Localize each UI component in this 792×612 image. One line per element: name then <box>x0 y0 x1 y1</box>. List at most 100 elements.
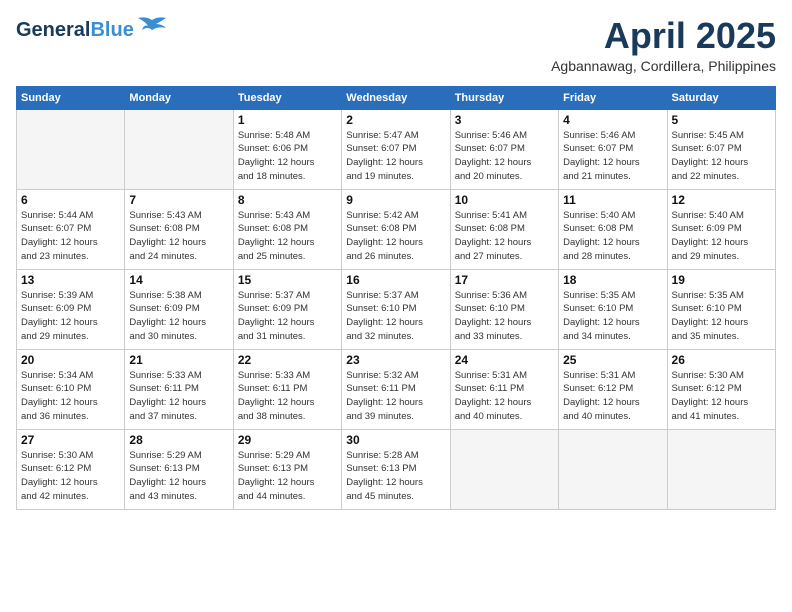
day-info: Sunrise: 5:31 AM Sunset: 6:11 PM Dayligh… <box>455 369 554 424</box>
day-info: Sunrise: 5:39 AM Sunset: 6:09 PM Dayligh… <box>21 289 120 344</box>
calendar-cell: 10 Sunrise: 5:41 AM Sunset: 6:08 PM Dayli… <box>450 189 558 269</box>
month-title: April 2025 <box>551 16 776 56</box>
day-number: 5 <box>672 113 771 127</box>
calendar-cell: 17 Sunrise: 5:36 AM Sunset: 6:10 PM Dayli… <box>450 269 558 349</box>
day-number: 1 <box>238 113 337 127</box>
day-info: Sunrise: 5:44 AM Sunset: 6:07 PM Dayligh… <box>21 209 120 264</box>
day-info: Sunrise: 5:33 AM Sunset: 6:11 PM Dayligh… <box>238 369 337 424</box>
calendar-cell: 26 Sunrise: 5:30 AM Sunset: 6:12 PM Dayli… <box>667 349 775 429</box>
calendar-cell: 25 Sunrise: 5:31 AM Sunset: 6:12 PM Dayli… <box>559 349 667 429</box>
calendar-cell: 22 Sunrise: 5:33 AM Sunset: 6:11 PM Dayli… <box>233 349 341 429</box>
week-row-5: 27Sunrise: 5:30 AM Sunset: 6:12 PM Dayli… <box>17 429 776 509</box>
day-info: Sunrise: 5:48 AM Sunset: 6:06 PM Dayligh… <box>238 129 337 184</box>
day-number: 27 <box>21 433 120 447</box>
day-number: 17 <box>455 273 554 287</box>
day-info: Sunrise: 5:35 AM Sunset: 6:10 PM Dayligh… <box>672 289 771 344</box>
calendar-cell: 12 Sunrise: 5:40 AM Sunset: 6:09 PM Dayli… <box>667 189 775 269</box>
calendar-cell: 2 Sunrise: 5:47 AM Sunset: 6:07 PM Daylig… <box>342 109 450 189</box>
logo-blue: Blue <box>90 19 133 41</box>
day-info: Sunrise: 5:42 AM Sunset: 6:08 PM Dayligh… <box>346 209 445 264</box>
day-number: 3 <box>455 113 554 127</box>
week-row-4: 20 Sunrise: 5:34 AM Sunset: 6:10 PM Dayli… <box>17 349 776 429</box>
day-number: 11 <box>563 193 662 207</box>
day-info: Sunrise: 5:38 AM Sunset: 6:09 PM Dayligh… <box>129 289 228 344</box>
calendar-cell: 21Sunrise: 5:33 AM Sunset: 6:11 PM Dayli… <box>125 349 233 429</box>
col-header-sunday: Sunday <box>17 86 125 109</box>
day-info: Sunrise: 5:43 AM Sunset: 6:08 PM Dayligh… <box>238 209 337 264</box>
calendar-cell: 4Sunrise: 5:46 AM Sunset: 6:07 PM Daylig… <box>559 109 667 189</box>
day-info: Sunrise: 5:36 AM Sunset: 6:10 PM Dayligh… <box>455 289 554 344</box>
calendar-cell: 27Sunrise: 5:30 AM Sunset: 6:12 PM Dayli… <box>17 429 125 509</box>
week-row-2: 6Sunrise: 5:44 AM Sunset: 6:07 PM Daylig… <box>17 189 776 269</box>
calendar-cell: 19 Sunrise: 5:35 AM Sunset: 6:10 PM Dayli… <box>667 269 775 349</box>
day-info: Sunrise: 5:29 AM Sunset: 6:13 PM Dayligh… <box>129 449 228 504</box>
location-subtitle: Agbannawag, Cordillera, Philippines <box>551 58 776 74</box>
day-number: 16 <box>346 273 445 287</box>
day-info: Sunrise: 5:46 AM Sunset: 6:07 PM Dayligh… <box>563 129 662 184</box>
day-info: Sunrise: 5:46 AM Sunset: 6:07 PM Dayligh… <box>455 129 554 184</box>
day-number: 8 <box>238 193 337 207</box>
calendar-cell: 30 Sunrise: 5:28 AM Sunset: 6:13 PM Dayli… <box>342 429 450 509</box>
day-number: 7 <box>129 193 228 207</box>
calendar-cell: 14Sunrise: 5:38 AM Sunset: 6:09 PM Dayli… <box>125 269 233 349</box>
day-info: Sunrise: 5:32 AM Sunset: 6:11 PM Dayligh… <box>346 369 445 424</box>
calendar-cell: 5 Sunrise: 5:45 AM Sunset: 6:07 PM Daylig… <box>667 109 775 189</box>
day-number: 22 <box>238 353 337 367</box>
calendar-cell <box>125 109 233 189</box>
day-number: 26 <box>672 353 771 367</box>
calendar-cell <box>17 109 125 189</box>
calendar-cell: 13Sunrise: 5:39 AM Sunset: 6:09 PM Dayli… <box>17 269 125 349</box>
col-header-wednesday: Wednesday <box>342 86 450 109</box>
col-header-thursday: Thursday <box>450 86 558 109</box>
calendar-cell: 9 Sunrise: 5:42 AM Sunset: 6:08 PM Daylig… <box>342 189 450 269</box>
calendar-cell: 23Sunrise: 5:32 AM Sunset: 6:11 PM Dayli… <box>342 349 450 429</box>
col-header-tuesday: Tuesday <box>233 86 341 109</box>
calendar-cell <box>450 429 558 509</box>
day-info: Sunrise: 5:47 AM Sunset: 6:07 PM Dayligh… <box>346 129 445 184</box>
day-number: 19 <box>672 273 771 287</box>
col-header-monday: Monday <box>125 86 233 109</box>
header-row: SundayMondayTuesdayWednesdayThursdayFrid… <box>17 86 776 109</box>
week-row-3: 13Sunrise: 5:39 AM Sunset: 6:09 PM Dayli… <box>17 269 776 349</box>
logo-general: General <box>16 19 90 41</box>
calendar-cell: 6Sunrise: 5:44 AM Sunset: 6:07 PM Daylig… <box>17 189 125 269</box>
calendar-cell: 18 Sunrise: 5:35 AM Sunset: 6:10 PM Dayli… <box>559 269 667 349</box>
day-info: Sunrise: 5:35 AM Sunset: 6:10 PM Dayligh… <box>563 289 662 344</box>
day-number: 29 <box>238 433 337 447</box>
day-number: 18 <box>563 273 662 287</box>
day-number: 2 <box>346 113 445 127</box>
calendar-cell: 1 Sunrise: 5:48 AM Sunset: 6:06 PM Daylig… <box>233 109 341 189</box>
day-info: Sunrise: 5:31 AM Sunset: 6:12 PM Dayligh… <box>563 369 662 424</box>
calendar-cell: 28 Sunrise: 5:29 AM Sunset: 6:13 PM Dayli… <box>125 429 233 509</box>
day-number: 15 <box>238 273 337 287</box>
day-number: 10 <box>455 193 554 207</box>
col-header-saturday: Saturday <box>667 86 775 109</box>
title-area: April 2025 Agbannawag, Cordillera, Phili… <box>551 16 776 74</box>
day-number: 30 <box>346 433 445 447</box>
day-info: Sunrise: 5:45 AM Sunset: 6:07 PM Dayligh… <box>672 129 771 184</box>
day-info: Sunrise: 5:37 AM Sunset: 6:10 PM Dayligh… <box>346 289 445 344</box>
calendar-cell: 16 Sunrise: 5:37 AM Sunset: 6:10 PM Dayli… <box>342 269 450 349</box>
calendar-cell <box>559 429 667 509</box>
week-row-1: 1 Sunrise: 5:48 AM Sunset: 6:06 PM Daylig… <box>17 109 776 189</box>
logo: GeneralBlue <box>16 16 166 43</box>
calendar-cell: 11 Sunrise: 5:40 AM Sunset: 6:08 PM Dayli… <box>559 189 667 269</box>
day-info: Sunrise: 5:34 AM Sunset: 6:10 PM Dayligh… <box>21 369 120 424</box>
calendar-cell: 20 Sunrise: 5:34 AM Sunset: 6:10 PM Dayli… <box>17 349 125 429</box>
day-info: Sunrise: 5:41 AM Sunset: 6:08 PM Dayligh… <box>455 209 554 264</box>
day-info: Sunrise: 5:30 AM Sunset: 6:12 PM Dayligh… <box>672 369 771 424</box>
day-info: Sunrise: 5:43 AM Sunset: 6:08 PM Dayligh… <box>129 209 228 264</box>
day-number: 25 <box>563 353 662 367</box>
calendar-table: SundayMondayTuesdayWednesdayThursdayFrid… <box>16 86 776 510</box>
col-header-friday: Friday <box>559 86 667 109</box>
header: GeneralBlue April 2025 Agbannawag, Cordi… <box>16 16 776 74</box>
calendar-cell: 7 Sunrise: 5:43 AM Sunset: 6:08 PM Daylig… <box>125 189 233 269</box>
day-number: 9 <box>346 193 445 207</box>
day-info: Sunrise: 5:37 AM Sunset: 6:09 PM Dayligh… <box>238 289 337 344</box>
day-number: 12 <box>672 193 771 207</box>
day-number: 28 <box>129 433 228 447</box>
day-info: Sunrise: 5:40 AM Sunset: 6:09 PM Dayligh… <box>672 209 771 264</box>
day-info: Sunrise: 5:40 AM Sunset: 6:08 PM Dayligh… <box>563 209 662 264</box>
day-number: 20 <box>21 353 120 367</box>
day-info: Sunrise: 5:28 AM Sunset: 6:13 PM Dayligh… <box>346 449 445 504</box>
